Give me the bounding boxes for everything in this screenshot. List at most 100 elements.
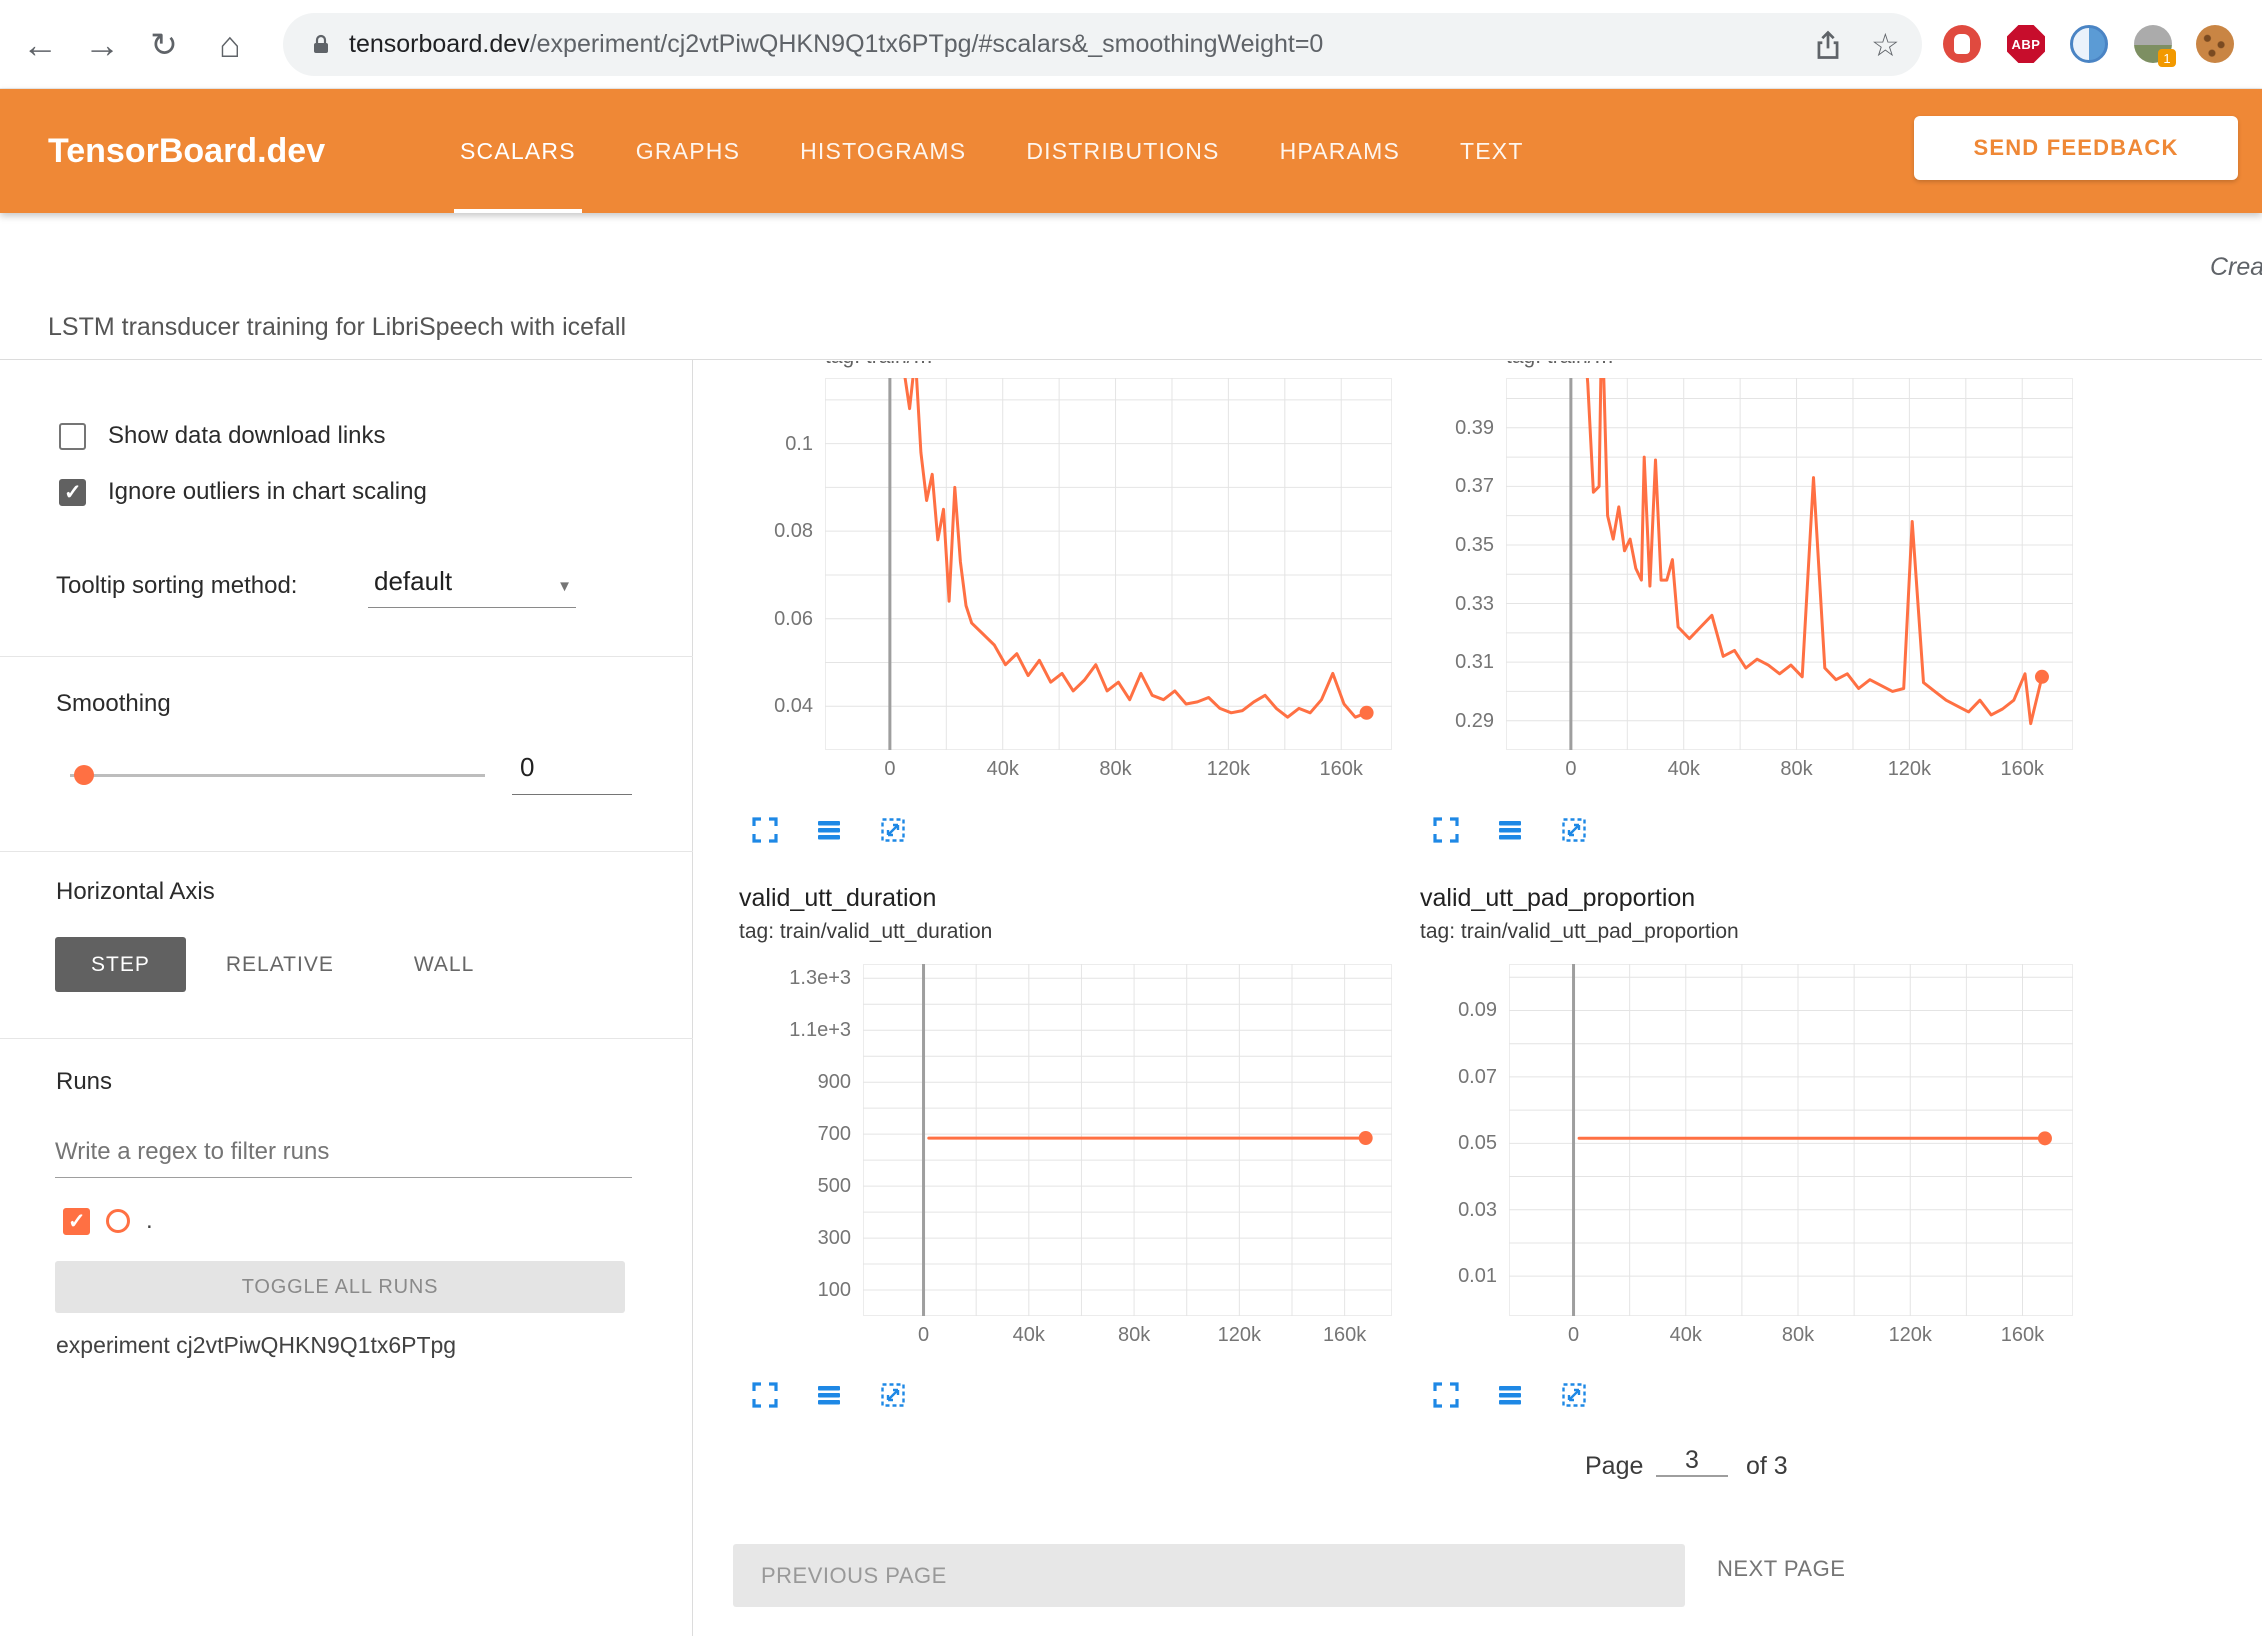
divider — [0, 1038, 693, 1039]
chart-title: valid_utt_duration — [739, 884, 936, 913]
y-axis-tick-label: 0.29 — [1429, 710, 1494, 733]
home-icon[interactable]: ⌂ — [204, 0, 256, 89]
relative-button[interactable]: RELATIVE — [186, 937, 374, 992]
horizontal-axis-label: Horizontal Axis — [56, 878, 215, 906]
ignore-outliers-checkbox[interactable] — [59, 479, 86, 506]
back-icon[interactable]: ← — [14, 0, 66, 89]
run-checkbox[interactable] — [63, 1208, 90, 1235]
experiment-header: Crea LSTM transducer training for LibriS… — [0, 213, 2262, 360]
share-icon[interactable] — [1811, 28, 1845, 62]
x-axis-tick-label: 80k — [1104, 1324, 1164, 1347]
url-text: tensorboard.dev/experiment/cj2vtPiwQHKN9… — [349, 30, 1323, 59]
tooltip-sorting-value: default — [374, 566, 452, 597]
scalar-chart-card: 1003005007009001.1e+31.3e+3040k80k120k16… — [786, 964, 1392, 1346]
tab-graphs[interactable]: GRAPHS — [606, 89, 770, 213]
x-axis-tick-label: 160k — [1992, 758, 2052, 781]
run-name-label: . — [146, 1207, 153, 1235]
y-axis-tick-label: 0.01 — [1432, 1265, 1497, 1288]
previous-page-button[interactable]: PREVIOUS PAGE — [733, 1544, 1685, 1607]
run-filter-input[interactable]: Write a regex to filter runs — [55, 1136, 632, 1178]
charts-panel: tag: train/… tag: train/… 0.040.060.080.… — [694, 360, 2262, 1636]
y-axis-tick-label: 0.09 — [1432, 999, 1497, 1022]
chart-tag: tag: train/valid_utt_pad_proportion — [1420, 920, 1739, 944]
y-axis-tick-label: 0.05 — [1432, 1132, 1497, 1155]
x-axis-tick-label: 0 — [860, 758, 920, 781]
chart-toolbar — [750, 1380, 908, 1410]
run-color-radio[interactable] — [106, 1209, 130, 1233]
smoothing-slider[interactable] — [70, 763, 485, 787]
y-axis-tick-label: 900 — [786, 1071, 851, 1094]
y-axis-tick-label: 1.3e+3 — [786, 967, 851, 990]
abp-extension-icon[interactable]: ABP — [2007, 25, 2045, 63]
expand-chart-icon[interactable] — [1431, 1380, 1461, 1410]
y-axis-tick-label: 100 — [786, 1279, 851, 1302]
tab-scalars[interactable]: SCALARS — [430, 89, 606, 213]
fit-domain-icon[interactable] — [1559, 1380, 1589, 1410]
y-axis-tick-label: 1.1e+3 — [786, 1019, 851, 1042]
horizontal-axis-options: STEP RELATIVE WALL — [55, 937, 514, 992]
chevron-down-icon: ▼ — [557, 578, 572, 595]
page-total-label: of 3 — [1746, 1452, 1788, 1481]
x-axis-tick-label: 80k — [1768, 1324, 1828, 1347]
x-axis-tick-label: 40k — [973, 758, 1033, 781]
tab-distributions[interactable]: DISTRIBUTIONS — [996, 89, 1249, 213]
toggle-all-runs-button[interactable]: TOGGLE ALL RUNS — [55, 1261, 625, 1313]
chart-toolbar — [750, 815, 908, 845]
chart-plot[interactable] — [1506, 378, 2073, 750]
settings-sidebar: Show data download links Ignore outliers… — [0, 360, 693, 1636]
chart-toolbar — [1431, 815, 1589, 845]
x-axis-tick-label: 160k — [1992, 1324, 2052, 1347]
x-axis-tick-label: 80k — [1767, 758, 1827, 781]
bookmark-star-icon[interactable]: ☆ — [1871, 13, 1900, 76]
clipped-chart-tag: tag: train/… — [825, 361, 1165, 374]
scalar-chart-card: 0.040.060.080.1040k80k120k160k — [748, 378, 1392, 780]
smoothing-label: Smoothing — [56, 690, 171, 718]
show-download-links-checkbox[interactable] — [59, 423, 86, 450]
y-axis-tick-label: 0.31 — [1429, 651, 1494, 674]
tab-hparams[interactable]: HPARAMS — [1250, 89, 1430, 213]
profile-avatar[interactable]: 1 — [2134, 25, 2172, 63]
address-bar[interactable]: tensorboard.dev/experiment/cj2vtPiwQHKN9… — [283, 13, 1922, 76]
profile-badge: 1 — [2158, 49, 2176, 67]
expand-chart-icon[interactable] — [750, 815, 780, 845]
y-axis-tick-label: 0.33 — [1429, 593, 1494, 616]
y-axis-tick-label: 0.37 — [1429, 475, 1494, 498]
chart-plot[interactable] — [825, 378, 1392, 750]
log-scale-icon[interactable] — [1495, 1380, 1525, 1410]
x-axis-tick-label: 120k — [1209, 1324, 1269, 1347]
y-axis-tick-label: 0.06 — [748, 608, 813, 631]
slider-thumb[interactable] — [74, 765, 94, 785]
tab-histograms[interactable]: HISTOGRAMS — [770, 89, 996, 213]
url-domain: tensorboard.dev — [349, 30, 530, 58]
log-scale-icon[interactable] — [814, 1380, 844, 1410]
fit-domain-icon[interactable] — [878, 815, 908, 845]
expand-chart-icon[interactable] — [750, 1380, 780, 1410]
wall-button[interactable]: WALL — [374, 937, 514, 992]
step-button[interactable]: STEP — [55, 937, 186, 992]
tooltip-sorting-select[interactable]: default ▼ — [368, 562, 576, 608]
y-axis-tick-label: 0.39 — [1429, 417, 1494, 440]
log-scale-icon[interactable] — [1495, 815, 1525, 845]
runs-label: Runs — [56, 1068, 112, 1096]
log-scale-icon[interactable] — [814, 815, 844, 845]
next-page-button[interactable]: NEXT PAGE — [1717, 1556, 1845, 1582]
chart-plot[interactable] — [1509, 964, 2073, 1316]
cookie-extension-icon[interactable] — [2196, 25, 2234, 63]
tab-text[interactable]: TEXT — [1430, 89, 1554, 213]
send-feedback-button[interactable]: SEND FEEDBACK — [1914, 116, 2238, 180]
y-axis-tick-label: 500 — [786, 1175, 851, 1198]
fit-domain-icon[interactable] — [1559, 815, 1589, 845]
smoothing-value-input[interactable]: 0 — [512, 752, 632, 795]
url-path: /experiment/cj2vtPiwQHKN9Q1tx6PTpg/#scal… — [530, 30, 1324, 58]
y-axis-tick-label: 0.35 — [1429, 534, 1494, 557]
extension-icon[interactable] — [2070, 25, 2108, 63]
page-number-input[interactable] — [1656, 1446, 1728, 1477]
chart-plot[interactable] — [863, 964, 1392, 1316]
reload-icon[interactable]: ↻ — [138, 0, 190, 89]
fit-domain-icon[interactable] — [878, 1380, 908, 1410]
forward-icon[interactable]: → — [76, 0, 128, 89]
expand-chart-icon[interactable] — [1431, 815, 1461, 845]
experiment-description: LSTM transducer training for LibriSpeech… — [48, 313, 626, 342]
adblocker-extension-icon[interactable] — [1943, 25, 1981, 63]
x-axis-tick-label: 160k — [1315, 1324, 1375, 1347]
